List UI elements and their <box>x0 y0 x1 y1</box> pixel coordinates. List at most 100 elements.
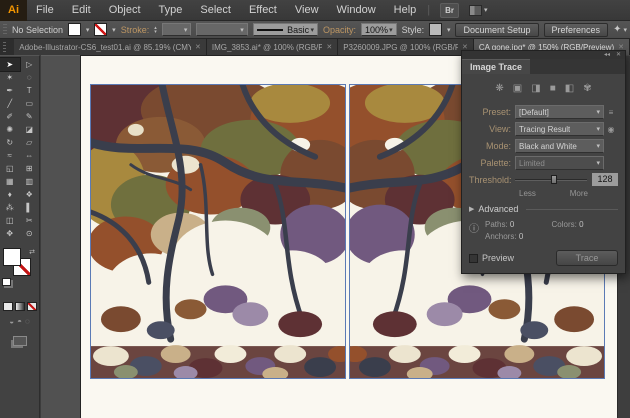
eraser-tool[interactable]: ◪ <box>20 123 40 136</box>
pencil-tool[interactable]: ✎ <box>20 110 40 123</box>
eyedropper-tool[interactable]: ♦ <box>0 188 20 201</box>
close-panel-icon[interactable]: ✕ <box>616 52 621 58</box>
line-tool[interactable]: ╱ <box>0 97 20 110</box>
preset-dropdown[interactable]: [Default] ▾ <box>515 105 604 119</box>
tabbar-grip[interactable] <box>3 42 7 54</box>
slider-handle[interactable] <box>551 175 557 184</box>
stroke-dropdown-icon[interactable]: ▾ <box>112 26 116 34</box>
selection-tool[interactable]: ➤ <box>0 57 21 72</box>
anchors-value: 0 <box>518 232 524 241</box>
tab-document-2[interactable]: IMG_3853.ai* @ 100% (RGB/Preview) ✕ <box>206 39 339 55</box>
panel-drag-bar[interactable]: ◂◂ ✕ <box>462 51 625 59</box>
blob-brush-tool[interactable]: ✺ <box>0 123 20 136</box>
slice-tool[interactable]: ✂ <box>20 214 40 227</box>
view-dropdown[interactable]: Tracing Result ▾ <box>515 122 604 136</box>
width-tool[interactable]: ≈ <box>0 149 20 162</box>
screen-mode-button[interactable] <box>12 336 27 346</box>
tab-document-3[interactable]: P3260009.JPG @ 100% (RGB/Preview) ✕ <box>338 39 474 55</box>
draw-inside-icon[interactable]: ◌ <box>25 317 30 326</box>
rotate-tool[interactable]: ↻ <box>0 136 20 149</box>
tab-document-1[interactable]: Adobe-Illustrator-CS6_test01.ai @ 85.19%… <box>14 39 207 55</box>
advanced-section-toggle[interactable]: ▶ Advanced <box>469 204 618 214</box>
menu-edit[interactable]: Edit <box>63 0 100 21</box>
stroke-weight-stepper[interactable]: ▴ ▾ <box>154 25 157 34</box>
gradient-button[interactable] <box>14 302 25 311</box>
preset-low-color-icon[interactable]: ◨ <box>531 83 540 95</box>
document-setup-button[interactable]: Document Setup <box>455 22 539 37</box>
blend-tool[interactable]: ❖ <box>20 188 40 201</box>
preferences-button[interactable]: Preferences <box>543 22 609 37</box>
traced-image-left[interactable] <box>90 84 346 379</box>
direct-selection-tool[interactable]: ▷ <box>20 58 40 71</box>
menu-type[interactable]: Type <box>150 0 192 21</box>
paintbrush-tool[interactable]: ✐ <box>0 110 20 123</box>
swap-fill-stroke-icon[interactable]: ⇄ <box>29 248 35 256</box>
preset-outline-icon[interactable]: ✾ <box>583 83 591 95</box>
artboard-tool[interactable]: ◫ <box>0 214 20 227</box>
workspace-switcher[interactable]: ▾ <box>469 4 488 16</box>
variable-width-dropdown[interactable]: ▾ <box>196 23 248 36</box>
pen-tool[interactable]: ✒ <box>0 84 20 97</box>
draw-normal-icon[interactable]: ◒ <box>9 317 14 326</box>
chevron-down-icon: ▾ <box>596 109 600 116</box>
stroke-weight-dropdown[interactable]: ▾ <box>161 23 192 36</box>
stroke-color-swatch[interactable] <box>94 23 108 36</box>
menu-view[interactable]: View <box>286 0 328 21</box>
preset-black-white-icon[interactable]: ◧ <box>565 83 574 95</box>
zoom-tool[interactable]: ⊙ <box>20 227 40 240</box>
close-icon[interactable]: ✕ <box>326 43 332 51</box>
preset-menu-icon[interactable]: ≡ <box>604 108 618 117</box>
magic-wand-tool[interactable]: ✶ <box>0 71 20 84</box>
preset-grayscale-icon[interactable]: ■ <box>550 83 556 95</box>
pasteboard-strip[interactable] <box>41 55 80 418</box>
rectangle-tool[interactable]: ▭ <box>20 97 40 110</box>
color-button[interactable] <box>2 302 13 311</box>
column-graph-tool[interactable]: ▌ <box>20 201 40 214</box>
close-icon[interactable]: ✕ <box>195 43 201 51</box>
trace-button[interactable]: Trace <box>556 250 618 266</box>
default-fill-stroke-icon[interactable] <box>2 278 11 286</box>
palette-row: Palette: Limited ▾ <box>469 156 618 170</box>
scale-tool[interactable]: ▱ <box>20 136 40 149</box>
threshold-slider[interactable] <box>515 173 587 186</box>
opacity-dropdown[interactable]: 100% ▾ <box>361 23 397 36</box>
free-transform-tool[interactable]: ⇔ <box>20 149 40 162</box>
recolor-artwork-button[interactable]: ✦ ▾ <box>613 24 627 35</box>
none-button[interactable] <box>26 302 37 311</box>
draw-behind-icon[interactable]: ◓ <box>17 317 22 326</box>
hand-tool[interactable]: ✥ <box>0 227 20 240</box>
menu-file[interactable]: File <box>27 0 63 21</box>
style-swatch[interactable] <box>429 23 442 36</box>
preview-checkbox[interactable] <box>469 253 478 263</box>
eye-icon[interactable]: ◉ <box>604 125 618 134</box>
menu-help[interactable]: Help <box>385 0 426 21</box>
brush-definition-dropdown[interactable]: Basic ▾ <box>252 23 318 36</box>
opacity-label[interactable]: Opacity: <box>323 25 356 35</box>
threshold-value[interactable]: 128 <box>592 173 618 186</box>
panel-body: ❋ ▣ ◨ ■ ◧ ✾ Preset: [Default] ▾ ≡ View: … <box>462 74 625 273</box>
bridge-button[interactable]: Br <box>440 2 460 18</box>
menu-window[interactable]: Window <box>328 0 385 21</box>
preset-auto-color-icon[interactable]: ❋ <box>495 83 503 95</box>
mode-dropdown[interactable]: Black and White ▾ <box>515 139 604 153</box>
style-dropdown-icon[interactable]: ▾ <box>447 26 451 34</box>
gradient-tool[interactable]: ▥ <box>20 175 40 188</box>
fill-dropdown-icon[interactable]: ▾ <box>86 26 90 34</box>
lasso-tool[interactable]: ◌ <box>20 71 40 84</box>
menu-object[interactable]: Object <box>100 0 150 21</box>
symbol-sprayer-tool[interactable]: ⁂ <box>0 201 20 214</box>
shape-builder-tool[interactable]: ◱ <box>0 162 20 175</box>
type-tool[interactable]: T <box>20 84 40 97</box>
stepper-down-icon[interactable]: ▾ <box>154 29 157 34</box>
collapse-panel-icon[interactable]: ◂◂ <box>604 52 610 58</box>
mesh-tool[interactable]: ▦ <box>0 175 20 188</box>
stroke-label[interactable]: Stroke: <box>121 25 150 35</box>
panel-grip[interactable] <box>3 23 7 36</box>
perspective-grid-tool[interactable]: ⊞ <box>20 162 40 175</box>
panel-title[interactable]: Image Trace <box>462 59 531 74</box>
fill-color-swatch[interactable] <box>67 23 81 36</box>
menu-select[interactable]: Select <box>191 0 240 21</box>
fill-swatch[interactable] <box>3 248 21 266</box>
preset-high-color-icon[interactable]: ▣ <box>513 83 522 95</box>
menu-effect[interactable]: Effect <box>240 0 286 21</box>
